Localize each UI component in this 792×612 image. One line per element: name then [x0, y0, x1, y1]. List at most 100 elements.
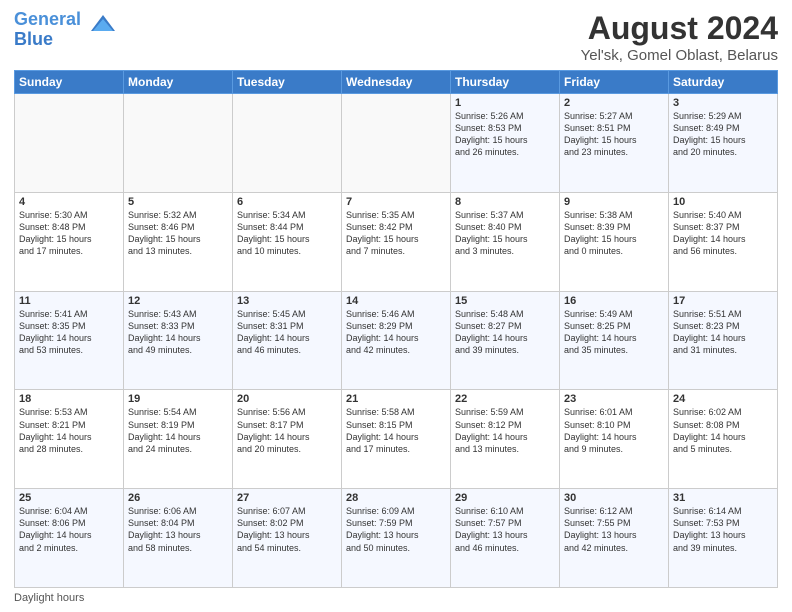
- calendar-cell: [124, 94, 233, 193]
- day-number: 16: [564, 295, 664, 307]
- day-info: Sunrise: 5:56 AM Sunset: 8:17 PM Dayligh…: [237, 406, 337, 455]
- day-number: 24: [673, 393, 773, 405]
- day-info: Sunrise: 5:38 AM Sunset: 8:39 PM Dayligh…: [564, 209, 664, 258]
- day-number: 14: [346, 295, 446, 307]
- day-header-saturday: Saturday: [669, 71, 778, 94]
- calendar-cell: 12Sunrise: 5:43 AM Sunset: 8:33 PM Dayli…: [124, 291, 233, 390]
- day-number: 9: [564, 196, 664, 208]
- calendar-cell: [233, 94, 342, 193]
- day-header-thursday: Thursday: [451, 71, 560, 94]
- calendar-cell: 9Sunrise: 5:38 AM Sunset: 8:39 PM Daylig…: [560, 192, 669, 291]
- calendar-cell: 17Sunrise: 5:51 AM Sunset: 8:23 PM Dayli…: [669, 291, 778, 390]
- day-header-tuesday: Tuesday: [233, 71, 342, 94]
- day-info: Sunrise: 6:10 AM Sunset: 7:57 PM Dayligh…: [455, 505, 555, 554]
- day-number: 20: [237, 393, 337, 405]
- logo-text: General Blue: [14, 10, 81, 50]
- calendar-cell: 4Sunrise: 5:30 AM Sunset: 8:48 PM Daylig…: [15, 192, 124, 291]
- day-info: Sunrise: 5:45 AM Sunset: 8:31 PM Dayligh…: [237, 308, 337, 357]
- title-block: August 2024 Yel'sk, Gomel Oblast, Belaru…: [581, 10, 778, 64]
- day-number: 6: [237, 196, 337, 208]
- day-info: Sunrise: 6:04 AM Sunset: 8:06 PM Dayligh…: [19, 505, 119, 554]
- calendar-cell: 31Sunrise: 6:14 AM Sunset: 7:53 PM Dayli…: [669, 489, 778, 588]
- day-number: 1: [455, 97, 555, 109]
- day-info: Sunrise: 6:06 AM Sunset: 8:04 PM Dayligh…: [128, 505, 228, 554]
- calendar-cell: 19Sunrise: 5:54 AM Sunset: 8:19 PM Dayli…: [124, 390, 233, 489]
- day-number: 11: [19, 295, 119, 307]
- day-header-monday: Monday: [124, 71, 233, 94]
- day-info: Sunrise: 5:29 AM Sunset: 8:49 PM Dayligh…: [673, 110, 773, 159]
- calendar-cell: 16Sunrise: 5:49 AM Sunset: 8:25 PM Dayli…: [560, 291, 669, 390]
- day-number: 30: [564, 492, 664, 504]
- calendar-cell: 20Sunrise: 5:56 AM Sunset: 8:17 PM Dayli…: [233, 390, 342, 489]
- calendar-table: SundayMondayTuesdayWednesdayThursdayFrid…: [14, 70, 778, 588]
- day-info: Sunrise: 5:43 AM Sunset: 8:33 PM Dayligh…: [128, 308, 228, 357]
- calendar-cell: 27Sunrise: 6:07 AM Sunset: 8:02 PM Dayli…: [233, 489, 342, 588]
- day-info: Sunrise: 5:59 AM Sunset: 8:12 PM Dayligh…: [455, 406, 555, 455]
- calendar-cell: 14Sunrise: 5:46 AM Sunset: 8:29 PM Dayli…: [342, 291, 451, 390]
- calendar-cell: 15Sunrise: 5:48 AM Sunset: 8:27 PM Dayli…: [451, 291, 560, 390]
- calendar-cell: 8Sunrise: 5:37 AM Sunset: 8:40 PM Daylig…: [451, 192, 560, 291]
- calendar-cell: 7Sunrise: 5:35 AM Sunset: 8:42 PM Daylig…: [342, 192, 451, 291]
- calendar-cell: 29Sunrise: 6:10 AM Sunset: 7:57 PM Dayli…: [451, 489, 560, 588]
- day-number: 13: [237, 295, 337, 307]
- logo: General Blue: [14, 10, 115, 50]
- day-number: 19: [128, 393, 228, 405]
- day-number: 28: [346, 492, 446, 504]
- logo-icon: [83, 11, 115, 39]
- day-number: 3: [673, 97, 773, 109]
- day-info: Sunrise: 5:27 AM Sunset: 8:51 PM Dayligh…: [564, 110, 664, 159]
- day-info: Sunrise: 5:26 AM Sunset: 8:53 PM Dayligh…: [455, 110, 555, 159]
- day-info: Sunrise: 5:53 AM Sunset: 8:21 PM Dayligh…: [19, 406, 119, 455]
- day-header-friday: Friday: [560, 71, 669, 94]
- day-info: Sunrise: 6:14 AM Sunset: 7:53 PM Dayligh…: [673, 505, 773, 554]
- day-number: 12: [128, 295, 228, 307]
- calendar-cell: 25Sunrise: 6:04 AM Sunset: 8:06 PM Dayli…: [15, 489, 124, 588]
- calendar-cell: 23Sunrise: 6:01 AM Sunset: 8:10 PM Dayli…: [560, 390, 669, 489]
- day-info: Sunrise: 5:40 AM Sunset: 8:37 PM Dayligh…: [673, 209, 773, 258]
- day-number: 27: [237, 492, 337, 504]
- day-info: Sunrise: 5:48 AM Sunset: 8:27 PM Dayligh…: [455, 308, 555, 357]
- day-info: Sunrise: 5:37 AM Sunset: 8:40 PM Dayligh…: [455, 209, 555, 258]
- calendar-cell: 21Sunrise: 5:58 AM Sunset: 8:15 PM Dayli…: [342, 390, 451, 489]
- day-number: 7: [346, 196, 446, 208]
- day-number: 21: [346, 393, 446, 405]
- day-header-wednesday: Wednesday: [342, 71, 451, 94]
- day-number: 22: [455, 393, 555, 405]
- calendar-cell: [342, 94, 451, 193]
- day-number: 23: [564, 393, 664, 405]
- subtitle: Yel'sk, Gomel Oblast, Belarus: [581, 47, 778, 64]
- day-number: 17: [673, 295, 773, 307]
- calendar-cell: [15, 94, 124, 193]
- calendar-cell: 6Sunrise: 5:34 AM Sunset: 8:44 PM Daylig…: [233, 192, 342, 291]
- header: General Blue August 2024 Yel'sk, Gomel O…: [14, 10, 778, 64]
- day-number: 10: [673, 196, 773, 208]
- main-title: August 2024: [581, 10, 778, 47]
- calendar-cell: 26Sunrise: 6:06 AM Sunset: 8:04 PM Dayli…: [124, 489, 233, 588]
- day-number: 26: [128, 492, 228, 504]
- calendar-cell: 5Sunrise: 5:32 AM Sunset: 8:46 PM Daylig…: [124, 192, 233, 291]
- day-info: Sunrise: 5:34 AM Sunset: 8:44 PM Dayligh…: [237, 209, 337, 258]
- day-info: Sunrise: 5:54 AM Sunset: 8:19 PM Dayligh…: [128, 406, 228, 455]
- day-number: 2: [564, 97, 664, 109]
- day-info: Sunrise: 5:46 AM Sunset: 8:29 PM Dayligh…: [346, 308, 446, 357]
- calendar-cell: 18Sunrise: 5:53 AM Sunset: 8:21 PM Dayli…: [15, 390, 124, 489]
- calendar-cell: 13Sunrise: 5:45 AM Sunset: 8:31 PM Dayli…: [233, 291, 342, 390]
- day-number: 5: [128, 196, 228, 208]
- footer: Daylight hours: [14, 592, 778, 604]
- calendar-cell: 1Sunrise: 5:26 AM Sunset: 8:53 PM Daylig…: [451, 94, 560, 193]
- day-number: 31: [673, 492, 773, 504]
- day-info: Sunrise: 5:30 AM Sunset: 8:48 PM Dayligh…: [19, 209, 119, 258]
- day-number: 18: [19, 393, 119, 405]
- calendar-cell: 22Sunrise: 5:59 AM Sunset: 8:12 PM Dayli…: [451, 390, 560, 489]
- day-header-sunday: Sunday: [15, 71, 124, 94]
- calendar-cell: 28Sunrise: 6:09 AM Sunset: 7:59 PM Dayli…: [342, 489, 451, 588]
- day-info: Sunrise: 6:02 AM Sunset: 8:08 PM Dayligh…: [673, 406, 773, 455]
- day-info: Sunrise: 5:49 AM Sunset: 8:25 PM Dayligh…: [564, 308, 664, 357]
- day-number: 15: [455, 295, 555, 307]
- page: General Blue August 2024 Yel'sk, Gomel O…: [0, 0, 792, 612]
- day-info: Sunrise: 6:12 AM Sunset: 7:55 PM Dayligh…: [564, 505, 664, 554]
- day-number: 25: [19, 492, 119, 504]
- calendar-cell: 3Sunrise: 5:29 AM Sunset: 8:49 PM Daylig…: [669, 94, 778, 193]
- day-info: Sunrise: 5:58 AM Sunset: 8:15 PM Dayligh…: [346, 406, 446, 455]
- day-info: Sunrise: 5:41 AM Sunset: 8:35 PM Dayligh…: [19, 308, 119, 357]
